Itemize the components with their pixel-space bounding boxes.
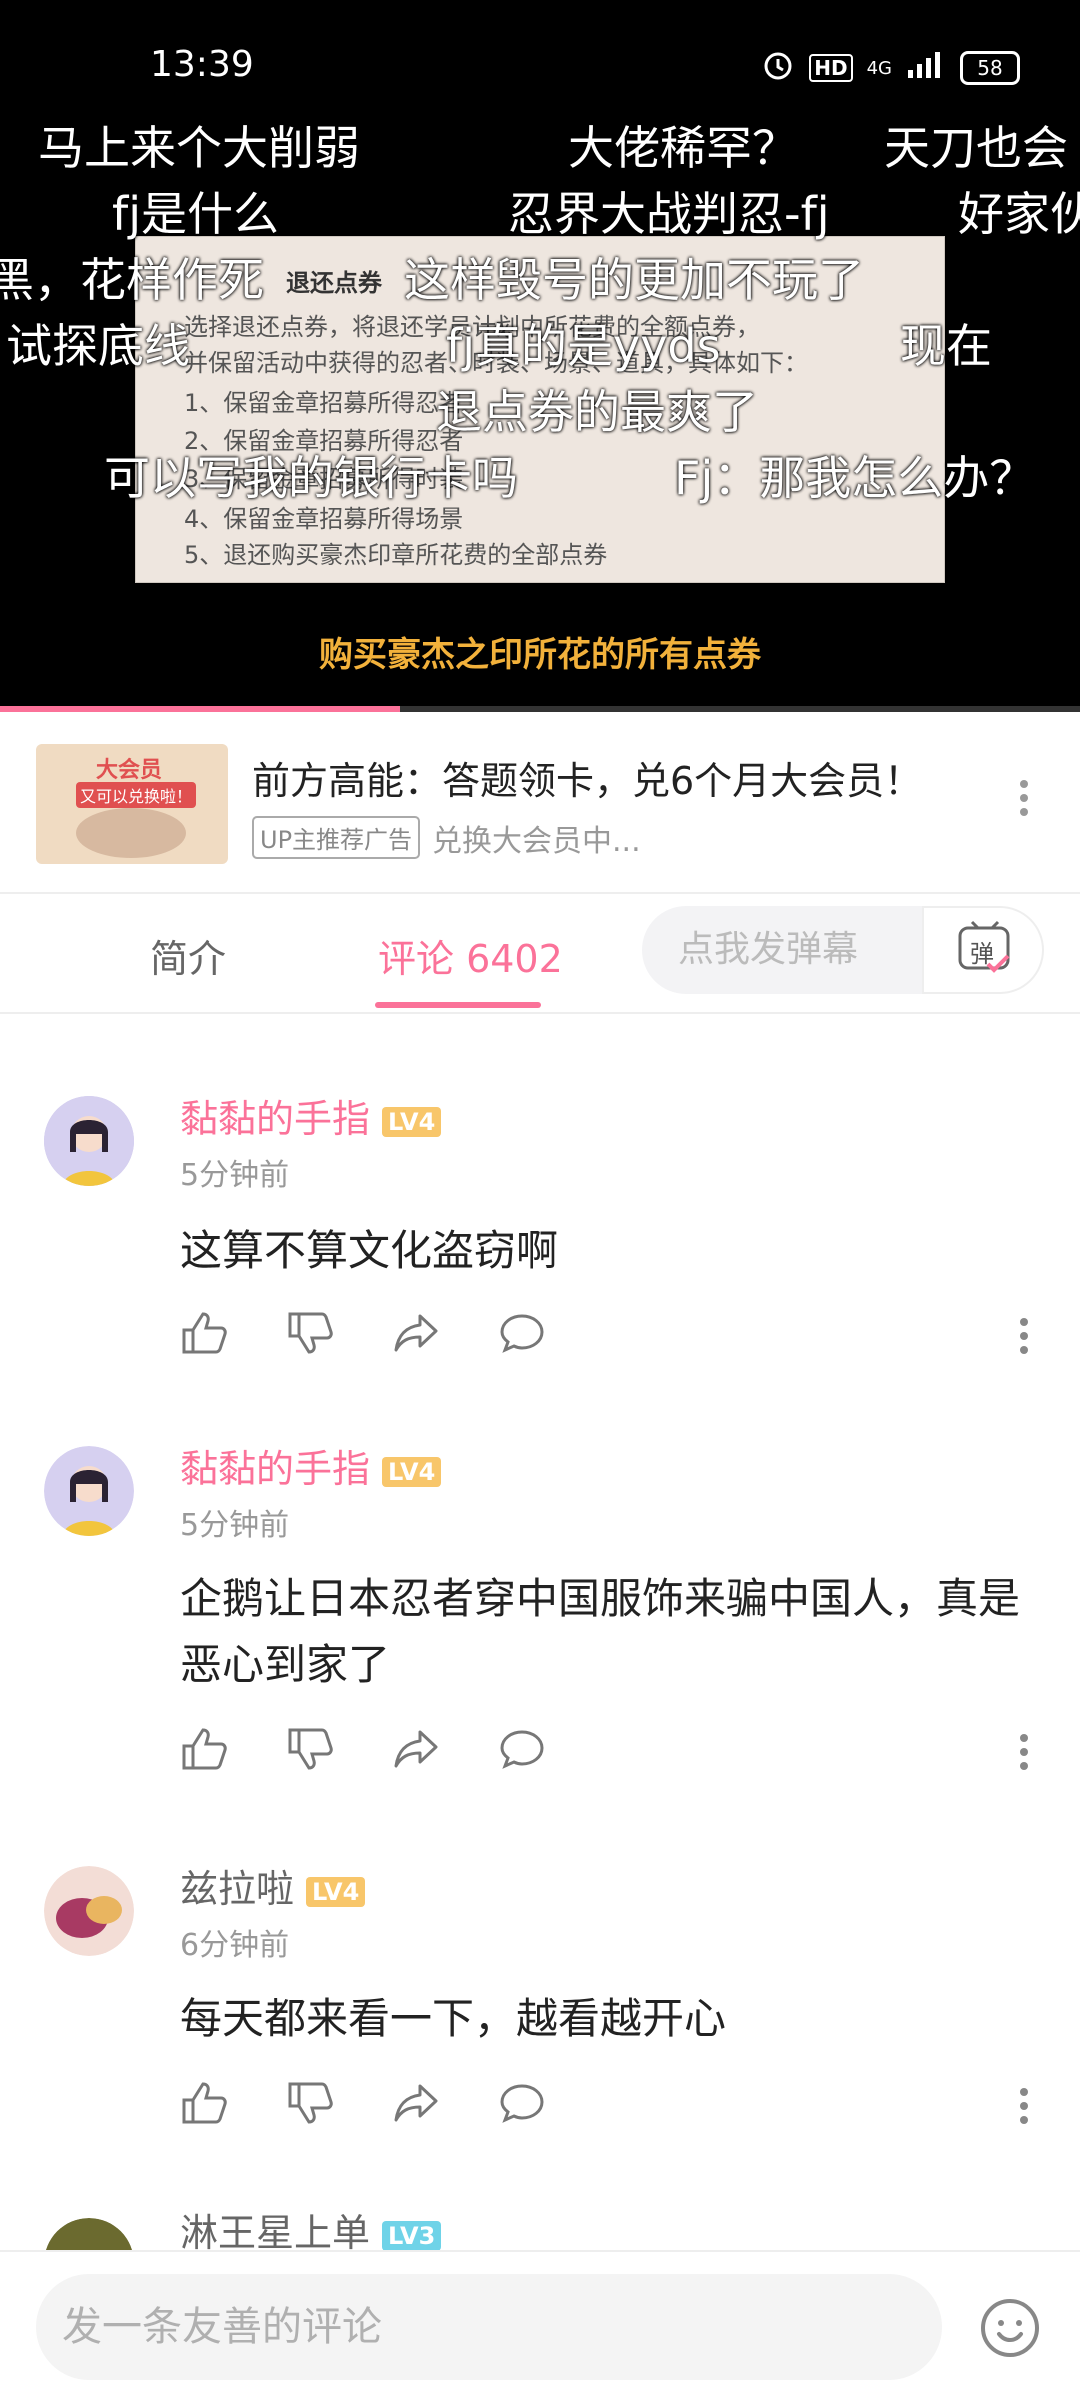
comment-text: 每天都来看一下，越看越开心	[180, 1994, 727, 2043]
reply-icon[interactable]	[498, 2080, 546, 2130]
hd-icon: HD	[809, 54, 853, 82]
more-options-icon[interactable]	[1020, 780, 1028, 820]
tab-bar: 简介 评论 6402 点我发弹幕 弹	[0, 894, 1080, 1014]
network-type: 4G	[866, 57, 892, 79]
status-bar: 13:39 HD 4G 58	[0, 0, 1080, 130]
share-icon[interactable]	[392, 1310, 440, 1360]
username-text: 黏黏的手指	[180, 1447, 371, 1491]
danmaku-comment: 现在	[900, 319, 992, 373]
ad-thumbnail: 大会员 又可以兑换啦！	[36, 744, 228, 864]
reply-icon[interactable]	[498, 1726, 546, 1776]
video-subtitle: 购买豪杰之印所花的所有点券	[319, 635, 761, 675]
comment-username[interactable]: 淋王星上单 LV3	[180, 2202, 442, 2257]
comment-actions	[180, 1310, 546, 1360]
dislike-icon[interactable]	[286, 2080, 334, 2130]
level-badge: LV4	[382, 1106, 442, 1137]
ad-tag: UP主推荐广告	[252, 816, 421, 859]
comment-item: 淋王星上单 LV3	[0, 2162, 1080, 2308]
username-text: 淋王星上单	[180, 2211, 371, 2255]
level-badge: LV4	[306, 1876, 366, 1907]
comment-input[interactable]: 发一条友善的评论	[36, 2274, 942, 2380]
comment-text: 企鹅让日本忍者穿中国服饰来骗中国人，真是恶心到家了	[180, 1574, 1021, 1689]
alarm-icon	[761, 48, 795, 88]
danmaku-comment: fj真的是yyds	[446, 319, 721, 373]
danmaku-comment: fj是什么	[112, 187, 279, 241]
comment-item: 黏黏的手指 LV4 5分钟前 企鹅让日本忍者穿中国服饰来骗中国人，真是恶心到家了	[0, 1392, 1080, 1812]
avatar[interactable]	[44, 1096, 134, 1186]
avatar[interactable]	[44, 1866, 134, 1956]
active-tab-indicator	[375, 1002, 541, 1008]
ad-card[interactable]: 大会员 又可以兑换啦！ 前方高能：答题领卡，兑6个月大会员！ UP主推荐广告 兑…	[0, 712, 1080, 894]
danmaku-comment: 可以写我的银行卡吗	[104, 451, 518, 505]
status-time: 13:39	[150, 44, 254, 85]
danmaku-input[interactable]: 点我发弹幕	[642, 906, 922, 994]
dislike-icon[interactable]	[286, 1310, 334, 1360]
level-badge: LV3	[382, 2220, 442, 2251]
notice-line: 5、退还购买豪杰印章所花费的全部点券	[184, 541, 608, 569]
danmaku-toggle-button[interactable]: 弹	[922, 906, 1044, 994]
tab-comments[interactable]: 评论 6402	[378, 928, 563, 983]
more-options-icon[interactable]	[1020, 1318, 1028, 1358]
comment-composer-bar: 发一条友善的评论	[0, 2250, 1080, 2402]
ad-title: 前方高能：答题领卡，兑6个月大会员！	[252, 759, 923, 803]
notice-title: 退还点券	[286, 269, 382, 297]
comment-item: 黏黏的手指 LV4 5分钟前 这算不算文化盗窃啊	[0, 1040, 1080, 1394]
more-options-icon[interactable]	[1020, 2088, 1028, 2128]
danmaku-comment: 好家伙	[958, 187, 1080, 241]
comment-username[interactable]: 黏黏的手指 LV4	[180, 1438, 442, 1493]
comment-time: 5分钟前	[180, 1158, 290, 1193]
status-icons: HD 4G 58	[761, 48, 1020, 88]
username-text: 兹拉啦	[180, 1867, 295, 1911]
emoji-icon[interactable]	[980, 2298, 1040, 2358]
battery-indicator: 58	[960, 51, 1020, 85]
video-player[interactable]: 退还点券 选择退还点券，将退还学员计划中所花费的全额点券， 并保留活动中获得的忍…	[0, 0, 1080, 712]
ad-thumb-text: 大会员	[96, 758, 163, 783]
like-icon[interactable]	[180, 1310, 228, 1360]
danmaku-comment: 这样毁号的更加不玩了	[404, 253, 864, 307]
dislike-icon[interactable]	[286, 1726, 334, 1776]
like-icon[interactable]	[180, 1726, 228, 1776]
share-icon[interactable]	[392, 2080, 440, 2130]
comment-time: 6分钟前	[180, 1928, 290, 1963]
tab-intro[interactable]: 简介	[150, 928, 226, 983]
avatar[interactable]	[44, 1446, 134, 1536]
share-icon[interactable]	[392, 1726, 440, 1776]
danmaku-comment: 试探底线	[6, 319, 190, 373]
ad-thumb-text: 又可以兑换啦！	[76, 782, 197, 808]
danmaku-comment: 退点券的最爽了	[436, 385, 758, 439]
danmaku-comment: Fj：那我怎么办？	[674, 451, 1036, 505]
username-text: 黏黏的手指	[180, 1097, 371, 1141]
comment-time: 5分钟前	[180, 1508, 290, 1543]
more-options-icon[interactable]	[1020, 1734, 1028, 1774]
comment-username[interactable]: 兹拉啦 LV4	[180, 1858, 366, 1913]
reply-icon[interactable]	[498, 1310, 546, 1360]
comment-actions	[180, 1726, 546, 1776]
signal-icon	[906, 50, 946, 86]
level-badge: LV4	[382, 1456, 442, 1487]
danmaku-comment: 忍界大战判忍-fj	[508, 187, 830, 241]
comment-text: 这算不算文化盗窃啊	[180, 1226, 559, 1275]
danmaku-comment: 黑，花样作死	[0, 253, 264, 307]
notice-line: 1、保留金章招募所得忍者	[184, 389, 464, 417]
comment-actions	[180, 2080, 546, 2130]
danmaku-icon-label: 弹	[970, 940, 994, 968]
like-icon[interactable]	[180, 2080, 228, 2130]
comment-item: 兹拉啦 LV4 6分钟前 每天都来看一下，越看越开心	[0, 1810, 1080, 2164]
comment-username[interactable]: 黏黏的手指 LV4	[180, 1088, 442, 1143]
ad-subtitle: 兑换大会员中...	[432, 824, 641, 859]
